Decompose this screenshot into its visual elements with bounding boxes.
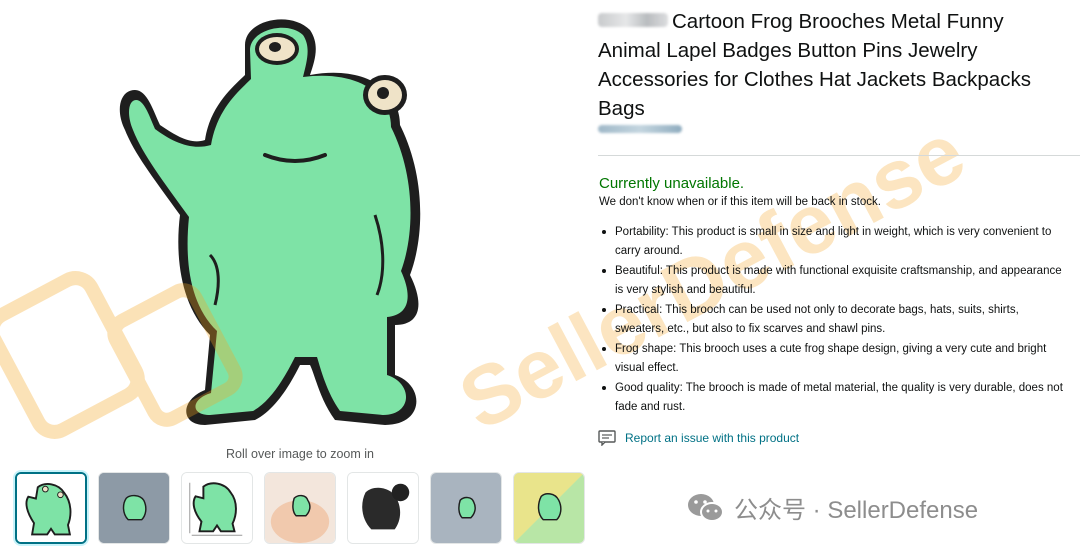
product-title: Cartoon Frog Brooches Metal Funny Animal… <box>598 7 1068 123</box>
feature-bullets: Portability: This product is small in si… <box>599 223 1069 418</box>
zoom-hint: Roll over image to zoom in <box>226 447 374 461</box>
feature-bullet: Good quality: The brooch is made of meta… <box>599 379 1069 416</box>
thumbnail-6[interactable] <box>430 472 502 544</box>
store-link-redacted[interactable] <box>598 125 682 133</box>
availability-status: Currently unavailable. <box>599 175 745 192</box>
wechat-footer-watermark: 公众号 · SellerDefense <box>686 490 978 525</box>
feature-bullet: Beautiful: This product is made with fun… <box>599 262 1069 299</box>
brand-name-redacted <box>598 13 668 27</box>
feature-bullet: Practical: This brooch can be used not o… <box>599 301 1069 338</box>
feature-bullet: Portability: This product is small in si… <box>599 223 1069 260</box>
thumbnail-3[interactable] <box>181 472 253 544</box>
wechat-footer-text: 公众号 · SellerDefense <box>734 497 979 524</box>
wechat-icon <box>686 491 726 525</box>
thumbnail-5[interactable] <box>347 472 419 544</box>
stock-note: We don't know when or if this item will … <box>599 196 881 208</box>
thumbnail-4[interactable] <box>264 472 336 544</box>
report-issue-label: Report an issue with this product <box>625 431 800 445</box>
feature-bullet: Frog shape: This brooch uses a cute frog… <box>599 340 1069 377</box>
report-icon <box>598 430 616 446</box>
thumbnail-1[interactable] <box>15 472 87 544</box>
thumbnail-7[interactable] <box>513 472 585 544</box>
divider <box>598 155 1080 156</box>
report-issue-link[interactable]: Report an issue with this product <box>598 430 799 446</box>
main-product-image[interactable] <box>95 5 495 440</box>
thumbnail-2[interactable] <box>98 472 170 544</box>
thumbnail-strip <box>15 472 585 547</box>
frog-pin-illustration <box>119 19 421 426</box>
